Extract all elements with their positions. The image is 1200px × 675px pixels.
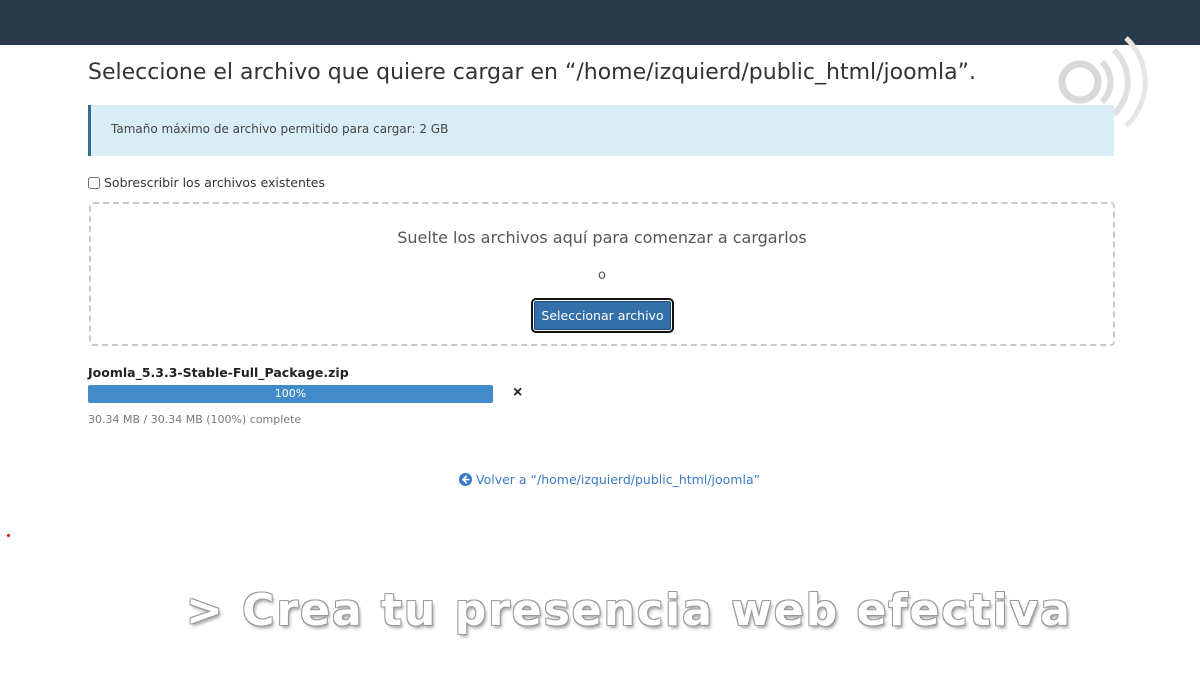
cursor-dot <box>7 534 10 537</box>
file-dropzone[interactable]: Suelte los archivos aquí para comenzar a… <box>89 202 1115 346</box>
broadcast-watermark-icon <box>1058 36 1148 128</box>
max-file-size-text: Tamaño máximo de archivo permitido para … <box>111 122 449 136</box>
select-file-button[interactable]: Seleccionar archivo <box>531 298 674 333</box>
upload-progress-bar: 100% <box>88 385 493 403</box>
upload-status-text: 30.34 MB / 30.34 MB (100%) complete <box>88 413 302 426</box>
max-file-size-alert: Tamaño máximo de archivo permitido para … <box>88 105 1114 156</box>
promo-banner-text: > Crea tu presencia web efectiva <box>186 585 1072 636</box>
back-link-label: Volver a “/home/izquierd/public_html/joo… <box>476 472 761 487</box>
overwrite-label: Sobrescribir los archivos existentes <box>104 175 325 190</box>
uploaded-file-name: Joomla_5.3.3-Stable-Full_Package.zip <box>88 365 349 380</box>
overwrite-checkbox[interactable] <box>88 176 100 189</box>
upload-progress-label: 100% <box>274 387 307 400</box>
upload-progress-fill: 100% <box>88 385 493 403</box>
remove-upload-close-icon[interactable]: × <box>513 384 522 402</box>
dropzone-instruction: Suelte los archivos aquí para comenzar a… <box>397 228 807 247</box>
dropzone-or-text: o <box>598 268 606 283</box>
overwrite-option[interactable]: Sobrescribir los archivos existentes <box>88 175 325 190</box>
back-to-directory-link[interactable]: Volver a “/home/izquierd/public_html/joo… <box>459 472 760 487</box>
top-navigation-bar <box>0 0 1200 45</box>
arrow-circle-left-icon <box>459 473 472 486</box>
page-title: Seleccione el archivo que quiere cargar … <box>88 60 976 85</box>
